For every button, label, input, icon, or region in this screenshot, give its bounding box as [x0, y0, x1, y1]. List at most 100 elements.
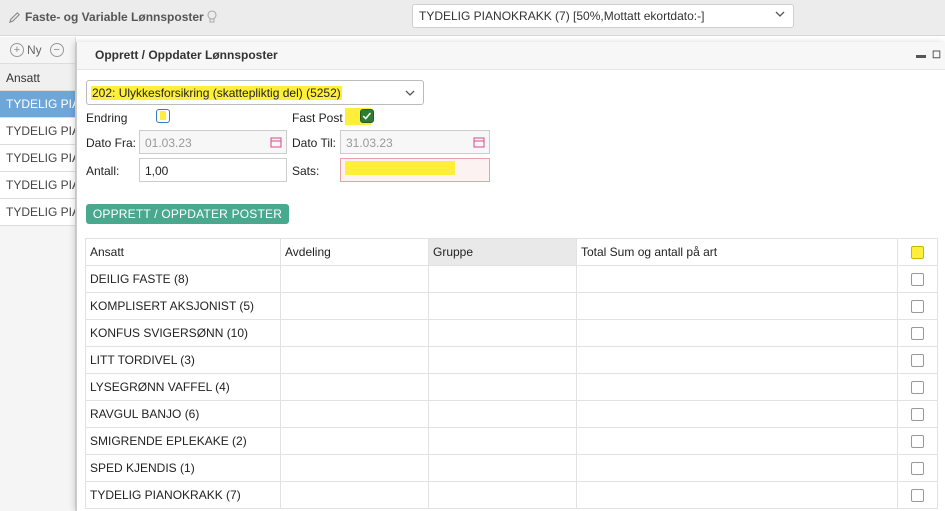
dato-fra-input[interactable]: 01.03.23: [139, 130, 287, 154]
cell-gruppe: [428, 454, 577, 482]
row-checkbox[interactable]: [911, 462, 924, 476]
table-row[interactable]: SMIGRENDE EPLEKAKE (2): [85, 427, 938, 455]
cell-gruppe: [428, 319, 577, 347]
maximize-icon[interactable]: ☐: [932, 50, 941, 61]
cell-select: [897, 481, 938, 509]
col-ansatt[interactable]: Ansatt: [85, 238, 281, 266]
cell-avdeling: [280, 265, 429, 293]
plus-icon: +: [10, 43, 24, 57]
chevron-down-icon: [775, 11, 785, 17]
cell-ansatt: KOMPLISERT AKSJONIST (5): [85, 292, 281, 320]
employee-list-panel: + Ny − Ansatt TYDELIG PIANOKRAKK TYDELIG…: [0, 37, 76, 511]
dato-fra-label: Dato Fra:: [86, 136, 137, 150]
top-bar: Faste- og Variable Lønnsposter TYDELIG P…: [0, 0, 945, 36]
cell-total: [576, 400, 898, 428]
table-row[interactable]: LITT TORDIVEL (3): [85, 346, 938, 374]
wage-type-select[interactable]: 202: Ulykkesforsikring (skattepliktig de…: [86, 80, 424, 105]
fastpost-checkbox[interactable]: [360, 109, 374, 123]
cell-ansatt: LYSEGRØNN VAFFEL (4): [85, 373, 281, 401]
cell-avdeling: [280, 319, 429, 347]
minus-icon[interactable]: −: [49, 43, 64, 57]
cell-select: [897, 400, 938, 428]
table-header-row: Ansatt Avdeling Gruppe Total Sum og anta…: [85, 238, 938, 266]
cell-gruppe: [428, 346, 577, 374]
cell-total: [576, 373, 898, 401]
antall-input[interactable]: 1,00: [139, 158, 287, 182]
cell-total: [576, 319, 898, 347]
cell-avdeling: [280, 481, 429, 509]
table-row[interactable]: KOMPLISERT AKSJONIST (5): [85, 292, 938, 320]
table-row[interactable]: SPED KJENDIS (1): [85, 454, 938, 482]
col-total[interactable]: Total Sum og antall på art: [576, 238, 898, 266]
table-row[interactable]: KONFUS SVIGERSØNN (10): [85, 319, 938, 347]
page-title: Faste- og Variable Lønnsposter: [8, 10, 204, 24]
cell-select: [897, 454, 938, 482]
cell-gruppe: [428, 427, 577, 455]
cell-avdeling: [280, 292, 429, 320]
select-all-checkbox[interactable]: [911, 246, 924, 260]
cell-select: [897, 265, 938, 293]
cell-select: [897, 373, 938, 401]
list-item[interactable]: TYDELIG PIANOKRAKK: [0, 91, 75, 118]
row-checkbox[interactable]: [911, 489, 924, 503]
cell-ansatt: SPED KJENDIS (1): [85, 454, 281, 482]
list-item[interactable]: TYDELIG PIANOKRAKK: [0, 145, 75, 172]
cell-total: [576, 346, 898, 374]
submit-button[interactable]: OPPRETT / OPPDATER POSTER: [86, 204, 289, 224]
row-checkbox[interactable]: [911, 300, 924, 314]
cell-total: [576, 481, 898, 509]
lightbulb-icon[interactable]: [206, 10, 218, 24]
employee-select[interactable]: TYDELIG PIANOKRAKK (7) [50%,Mottatt ekor…: [412, 4, 794, 28]
cell-total: [576, 454, 898, 482]
highlight-mark: [160, 111, 166, 120]
cell-gruppe: [428, 400, 577, 428]
cell-avdeling: [280, 427, 429, 455]
list-item[interactable]: TYDELIG PIANOKRAKK: [0, 118, 75, 145]
cell-gruppe: [428, 292, 577, 320]
endring-checkbox[interactable]: [156, 109, 170, 123]
list-item[interactable]: TYDELIG PIANOKRAKK: [0, 172, 75, 199]
cell-gruppe: [428, 265, 577, 293]
col-select-all[interactable]: [897, 238, 938, 266]
table-row[interactable]: RAVGUL BANJO (6): [85, 400, 938, 428]
calendar-icon[interactable]: [473, 136, 485, 148]
dialog-header: Opprett / Oppdater Lønnsposter ▬ ☐: [77, 42, 945, 70]
page-title-text: Faste- og Variable Lønnsposter: [25, 10, 204, 24]
row-checkbox[interactable]: [911, 435, 924, 449]
list-header[interactable]: Ansatt: [0, 63, 75, 91]
table-row[interactable]: LYSEGRØNN VAFFEL (4): [85, 373, 938, 401]
list-item[interactable]: TYDELIG PIANOKRAKK: [0, 199, 75, 226]
antall-value: 1,00: [145, 164, 169, 178]
redaction-mark: [345, 161, 455, 175]
cell-gruppe: [428, 481, 577, 509]
fastpost-label: Fast Post: [292, 111, 343, 125]
antall-label: Antall:: [86, 164, 120, 178]
dato-fra-value: 01.03.23: [145, 136, 192, 150]
cell-avdeling: [280, 454, 429, 482]
table-row[interactable]: DEILIG FASTE (8): [85, 265, 938, 293]
row-checkbox[interactable]: [911, 273, 924, 287]
minimize-icon[interactable]: ▬: [916, 50, 926, 61]
chevron-down-icon: [405, 90, 415, 96]
new-button[interactable]: + Ny: [10, 43, 42, 57]
col-avdeling[interactable]: Avdeling: [280, 238, 429, 266]
new-button-label: Ny: [27, 43, 42, 57]
cell-total: [576, 427, 898, 455]
row-checkbox[interactable]: [911, 327, 924, 341]
row-checkbox[interactable]: [911, 381, 924, 395]
check-icon: [362, 112, 372, 120]
col-gruppe[interactable]: Gruppe: [428, 238, 577, 266]
table-row[interactable]: TYDELIG PIANOKRAKK (7): [85, 481, 938, 509]
dato-til-input[interactable]: 31.03.23: [340, 130, 490, 154]
employee-select-value: TYDELIG PIANOKRAKK (7) [50%,Mottatt ekor…: [419, 9, 705, 23]
pencil-icon: [8, 11, 20, 23]
cell-select: [897, 346, 938, 374]
cell-avdeling: [280, 373, 429, 401]
list-toolbar: + Ny −: [0, 37, 75, 63]
row-checkbox[interactable]: [911, 408, 924, 422]
row-checkbox[interactable]: [911, 354, 924, 368]
cell-total: [576, 265, 898, 293]
cell-select: [897, 427, 938, 455]
sats-input[interactable]: [340, 158, 490, 182]
calendar-icon[interactable]: [270, 136, 282, 148]
